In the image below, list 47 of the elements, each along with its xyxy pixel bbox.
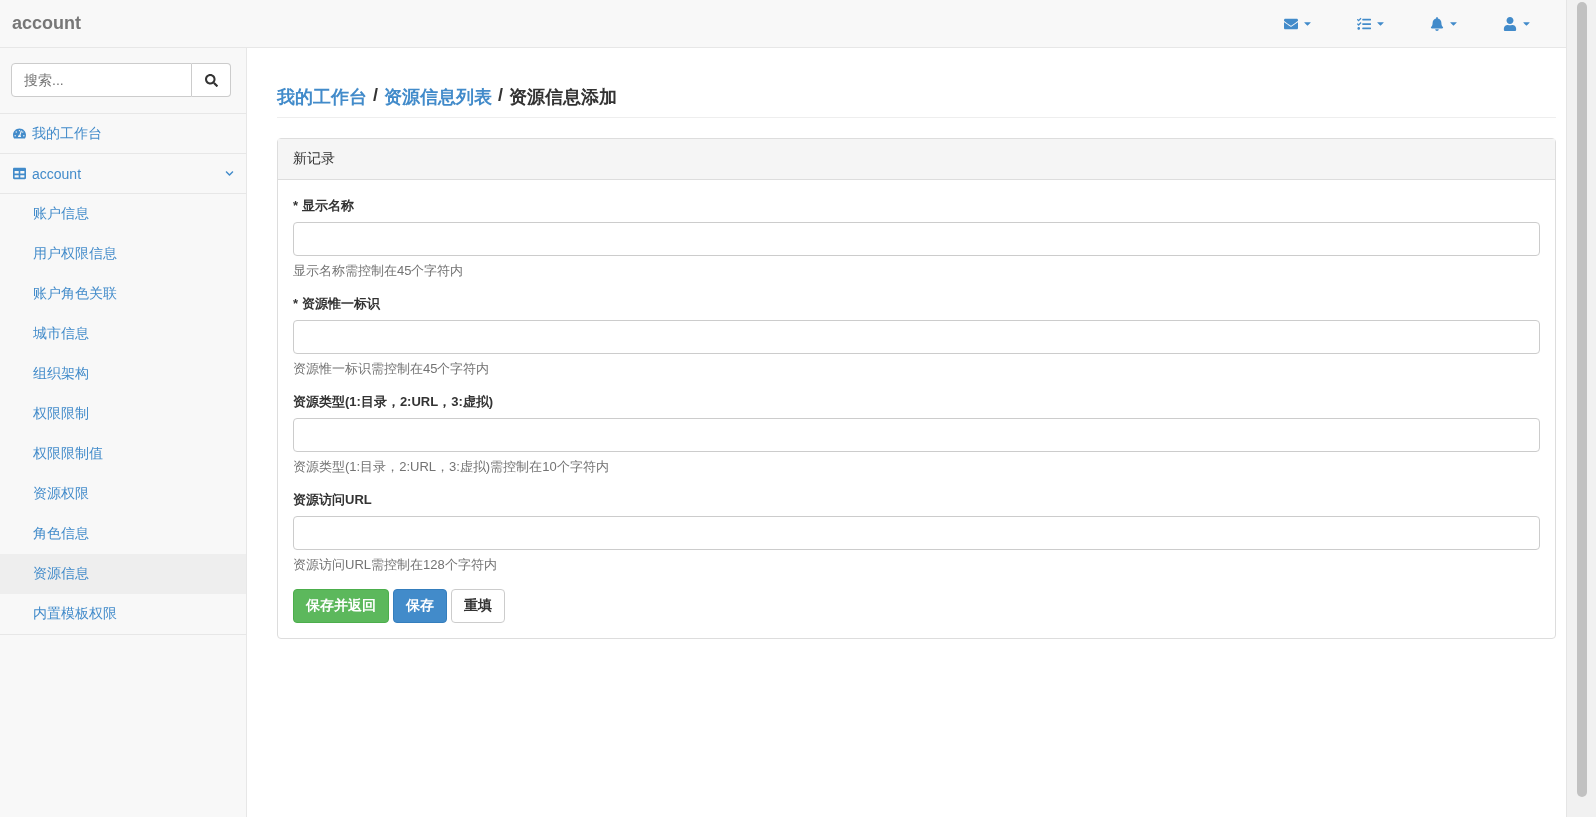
input-field[interactable] bbox=[293, 516, 1540, 550]
reset-button[interactable]: 重填 bbox=[451, 589, 505, 623]
sidebar-subitem[interactable]: 账户信息 bbox=[0, 194, 246, 234]
sidebar-subitem[interactable]: 权限限制 bbox=[0, 394, 246, 434]
save-button[interactable]: 保存并返回 bbox=[293, 589, 389, 623]
sidebar-item[interactable]: 我的工作台 bbox=[0, 114, 246, 154]
mail-icon bbox=[1284, 16, 1298, 31]
help-text: 资源访问URL需控制在128个字符内 bbox=[293, 556, 498, 574]
sidebar-subitem[interactable]: 资源信息 bbox=[0, 554, 246, 594]
sidebar-subitem[interactable]: 内置模板权限 bbox=[0, 594, 246, 634]
help-text: 资源类型(1:目录，2:URL，3:虚拟)需控制在10个字符内 bbox=[293, 458, 610, 476]
breadcrumb-link[interactable]: 资源信息列表 bbox=[384, 85, 492, 109]
sidebar-subitem[interactable]: 角色信息 bbox=[0, 514, 246, 554]
search-icon bbox=[204, 73, 218, 87]
sidebar-subitem[interactable]: 资源权限 bbox=[0, 474, 246, 514]
field-label: * 资源惟一标识 bbox=[293, 295, 381, 313]
sidebar-item-label: 我的工作台 bbox=[32, 124, 103, 143]
input-field[interactable] bbox=[293, 320, 1540, 354]
user-icon bbox=[1503, 16, 1517, 31]
sidebar-subitem[interactable]: 权限限制值 bbox=[0, 434, 246, 474]
search-button[interactable] bbox=[192, 63, 231, 97]
save-button[interactable]: 保存 bbox=[393, 589, 447, 623]
sidebar-subitem[interactable]: 城市信息 bbox=[0, 314, 246, 354]
search-field[interactable]: 搜索... bbox=[11, 63, 192, 97]
breadcrumb-separator: / bbox=[373, 85, 378, 107]
sidebar-item[interactable]: account bbox=[0, 154, 246, 194]
help-text: 资源惟一标识需控制在45个字符内 bbox=[293, 360, 491, 378]
field-label: * 显示名称 bbox=[293, 197, 355, 215]
bell-icon bbox=[1430, 16, 1444, 31]
help-text: 显示名称需控制在45个字符内 bbox=[293, 262, 465, 280]
breadcrumb-separator: / bbox=[498, 85, 504, 107]
brand-title: account bbox=[12, 13, 81, 34]
sidebar-subitem[interactable]: 用户权限信息 bbox=[0, 234, 246, 274]
panel-heading: 新记录 bbox=[278, 139, 1555, 180]
scrollbar[interactable] bbox=[1566, 0, 1596, 817]
field-label: 资源类型(1:目录，2:URL，3:虚拟) bbox=[293, 393, 495, 411]
table-icon bbox=[13, 167, 26, 180]
field-label: 资源访问URL bbox=[293, 491, 373, 509]
input-field[interactable] bbox=[293, 418, 1540, 452]
dashboard-icon bbox=[13, 127, 26, 140]
sidebar-subitem[interactable]: 账户角色关联 bbox=[0, 274, 246, 314]
breadcrumb-link[interactable]: 我的工作台 bbox=[277, 85, 367, 109]
sidebar-item-label: account bbox=[32, 165, 83, 182]
sidebar-subitem[interactable]: 组织架构 bbox=[0, 354, 246, 394]
input-field[interactable] bbox=[293, 222, 1540, 256]
page-title: 资源信息添加 bbox=[509, 86, 618, 109]
list-icon bbox=[1357, 16, 1371, 31]
